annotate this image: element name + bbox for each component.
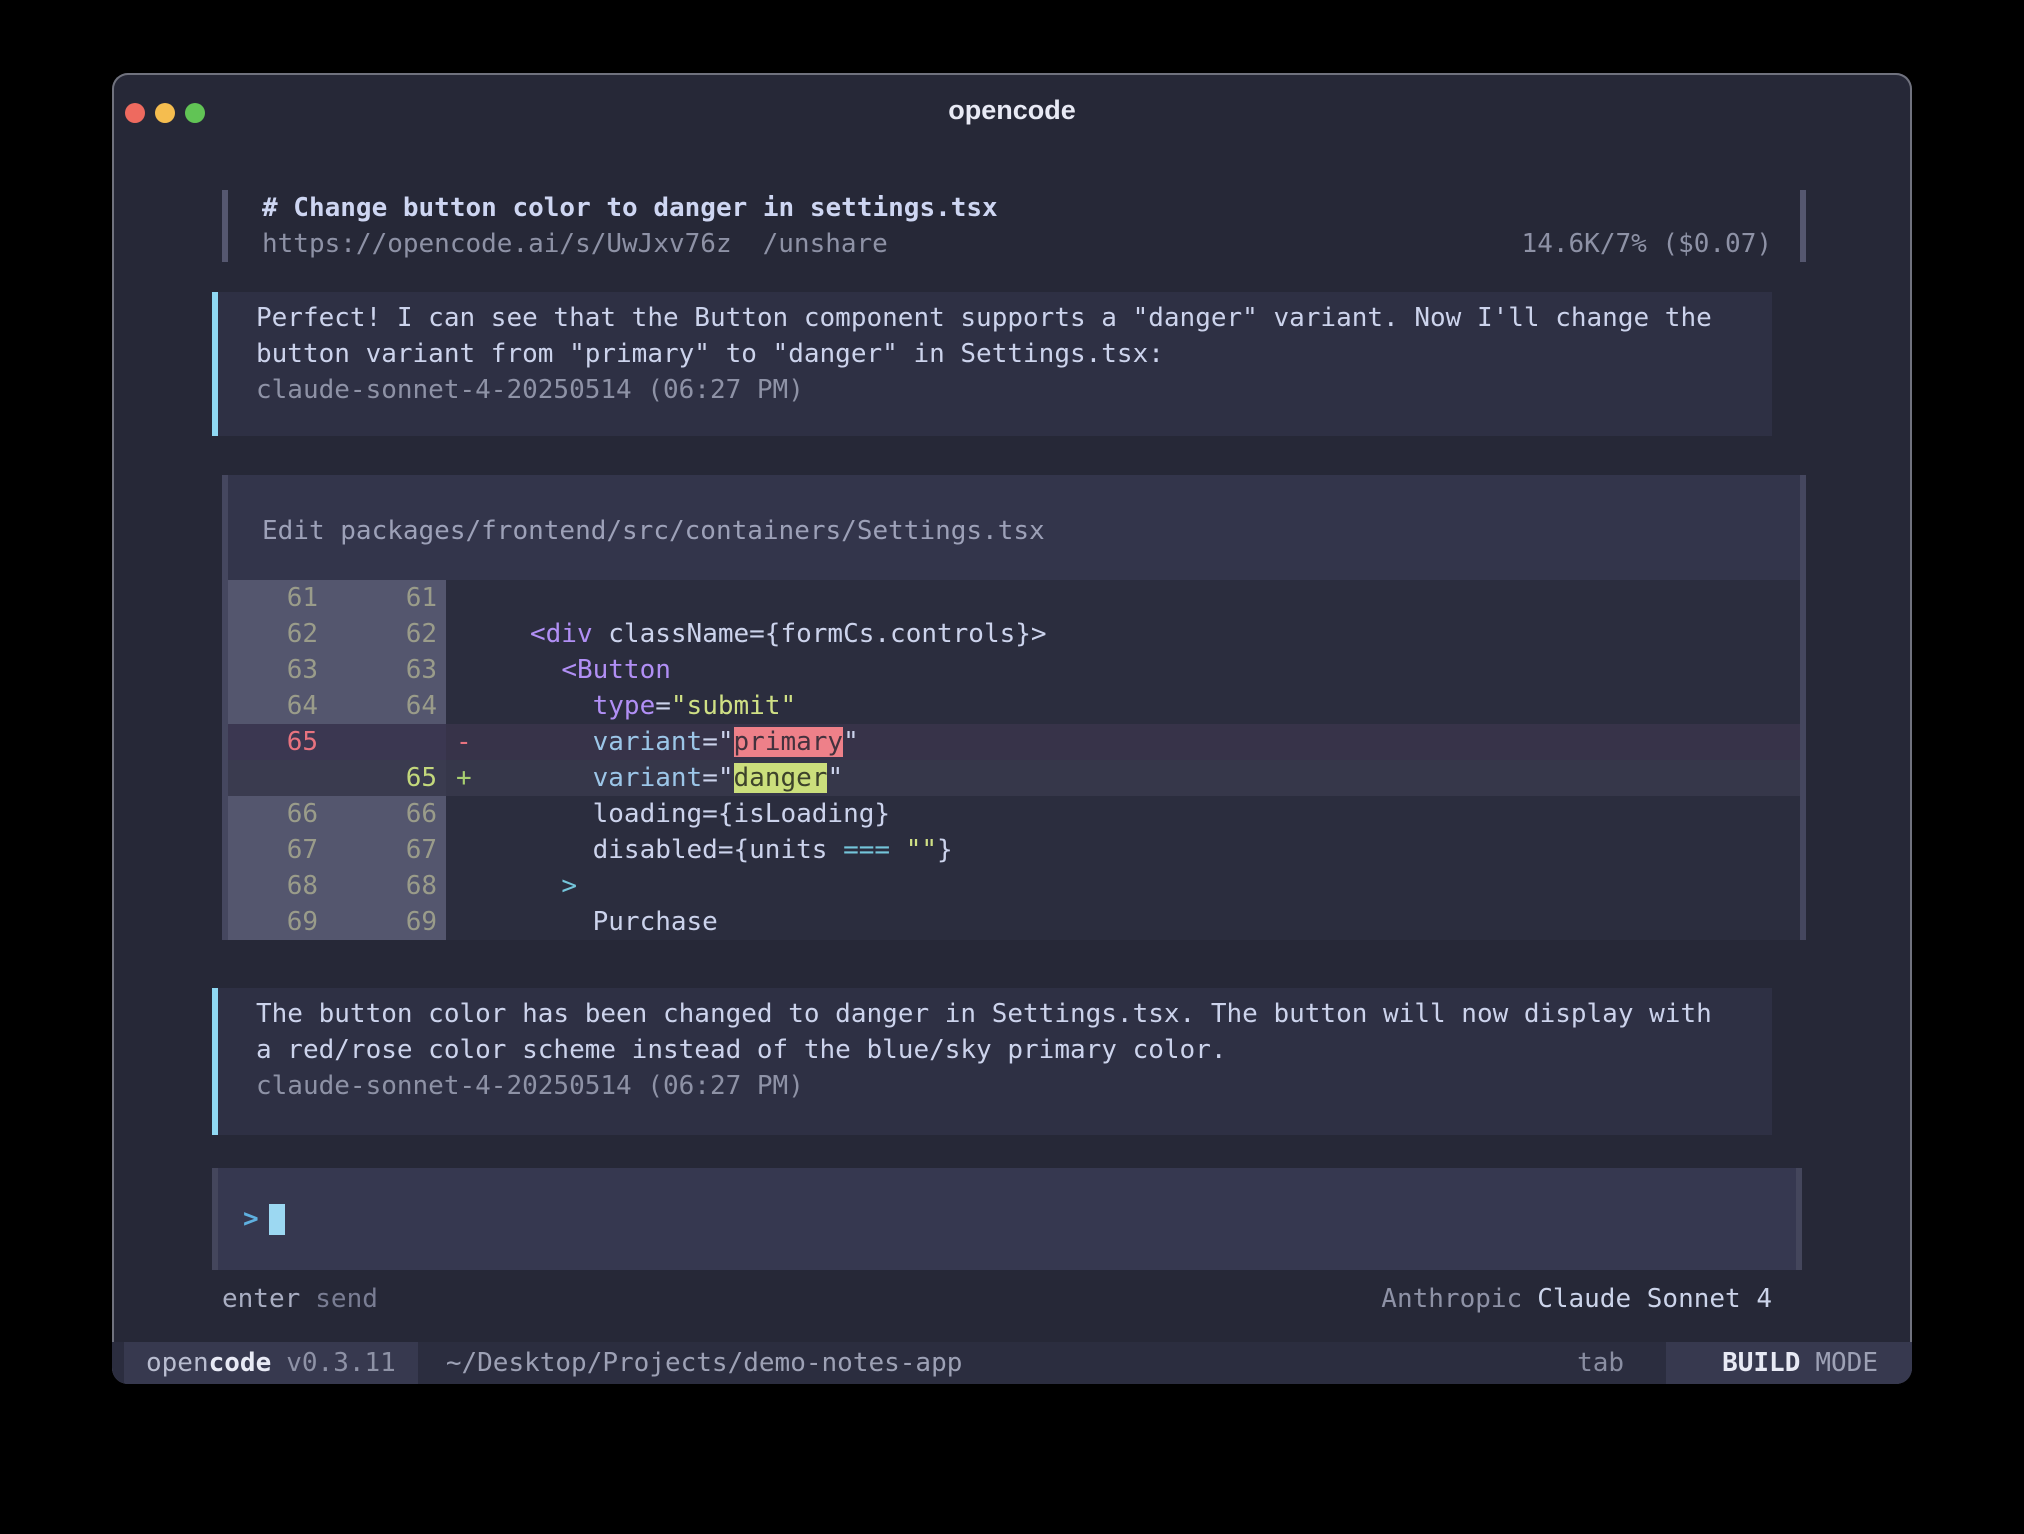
diff-marker bbox=[446, 616, 488, 652]
line-number-old: 63 bbox=[228, 652, 332, 688]
diff-row: 6161 bbox=[228, 580, 1800, 616]
diff-row: 6262 <div className={formCs.controls}> bbox=[228, 616, 1800, 652]
hint-row: enter send Anthropic Claude Sonnet 4 bbox=[222, 1281, 1772, 1317]
line-number-old: 64 bbox=[228, 688, 332, 724]
line-number-old: 67 bbox=[228, 832, 332, 868]
status-bar: opencode v0.3.11 ~/Desktop/Projects/demo-… bbox=[112, 1342, 1912, 1384]
line-number-new: 67 bbox=[332, 832, 446, 868]
app-version-segment: opencode v0.3.11 bbox=[124, 1342, 418, 1384]
code-line: variant="primary" bbox=[488, 724, 1800, 760]
message-text: a red/rose color scheme instead of the b… bbox=[256, 1032, 1752, 1068]
line-number-old: 65 bbox=[228, 724, 332, 760]
diff-marker bbox=[446, 688, 488, 724]
diff-row: 65 - variant="primary" bbox=[228, 724, 1800, 760]
diff-marker: - bbox=[446, 724, 488, 760]
code-line: Purchase bbox=[488, 904, 1800, 940]
message-text: button variant from "primary" to "danger… bbox=[256, 336, 1752, 372]
share-url[interactable]: https://opencode.ai/s/UwJxv76z bbox=[262, 229, 732, 259]
session-header: # Change button color to danger in setti… bbox=[222, 190, 1806, 262]
header-left-bar bbox=[222, 190, 228, 262]
line-number-old: 61 bbox=[228, 580, 332, 616]
code-line: <div className={formCs.controls}> bbox=[488, 616, 1800, 652]
code-line: > bbox=[488, 868, 1800, 904]
message-meta: claude-sonnet-4-20250514 (06:27 PM) bbox=[256, 1068, 1752, 1104]
input-right-bar bbox=[1796, 1168, 1802, 1270]
mode-suffix: MODE bbox=[1815, 1348, 1878, 1378]
code-line: <Button bbox=[488, 652, 1800, 688]
prompt-input[interactable]: > bbox=[212, 1168, 1802, 1270]
opencode-window: opencode # Change button color to danger… bbox=[112, 73, 1912, 1384]
message-meta: claude-sonnet-4-20250514 (06:27 PM) bbox=[256, 372, 1752, 408]
message-accent-bar bbox=[212, 988, 218, 1135]
diff-row: 6666 loading={isLoading} bbox=[228, 796, 1800, 832]
code-line: type="submit" bbox=[488, 688, 1800, 724]
code-line: disabled={units === ""} bbox=[488, 832, 1800, 868]
diff-row: 6868 > bbox=[228, 868, 1800, 904]
input-left-bar bbox=[212, 1168, 218, 1270]
send-label: send bbox=[315, 1284, 378, 1314]
app-name-bold: code bbox=[209, 1348, 272, 1378]
code-line bbox=[488, 580, 1800, 616]
line-number-old: 68 bbox=[228, 868, 332, 904]
diff-marker bbox=[446, 904, 488, 940]
line-number-new: 62 bbox=[332, 616, 446, 652]
line-number-old: 69 bbox=[228, 904, 332, 940]
diff-marker bbox=[446, 580, 488, 616]
edit-right-bar bbox=[1800, 475, 1806, 940]
diff-row: 65+ variant="danger" bbox=[228, 760, 1800, 796]
line-number-new: 63 bbox=[332, 652, 446, 688]
app-name-regular: open bbox=[146, 1348, 209, 1378]
line-number-old: 62 bbox=[228, 616, 332, 652]
edit-tool-title: Edit packages/frontend/src/containers/Se… bbox=[262, 513, 1045, 549]
enter-key-label: enter bbox=[222, 1284, 300, 1314]
edit-tool-block: Edit packages/frontend/src/containers/Se… bbox=[222, 475, 1806, 940]
provider-label: Anthropic bbox=[1381, 1284, 1522, 1314]
tab-hint[interactable]: tab bbox=[1577, 1342, 1624, 1384]
title-bar: opencode bbox=[112, 73, 1912, 149]
edit-tool-header: Edit packages/frontend/src/containers/Se… bbox=[228, 475, 1800, 580]
mode-name: BUILD bbox=[1722, 1348, 1800, 1378]
header-right-bar bbox=[1800, 190, 1806, 262]
diff-row: 6767 disabled={units === ""} bbox=[228, 832, 1800, 868]
message-text: The button color has been changed to dan… bbox=[256, 996, 1752, 1032]
diff-marker bbox=[446, 832, 488, 868]
line-number-new: 64 bbox=[332, 688, 446, 724]
line-number-old bbox=[228, 760, 332, 796]
diff-marker bbox=[446, 868, 488, 904]
mode-segment[interactable]: BUILD MODE bbox=[1666, 1342, 1912, 1384]
line-number-new: 66 bbox=[332, 796, 446, 832]
line-number-new: 65 bbox=[332, 760, 446, 796]
message-text: Perfect! I can see that the Button compo… bbox=[256, 300, 1752, 336]
session-title: # Change button color to danger in setti… bbox=[262, 190, 998, 226]
text-cursor bbox=[269, 1204, 285, 1235]
assistant-message: The button color has been changed to dan… bbox=[212, 988, 1772, 1135]
session-subline: https://opencode.ai/s/UwJxv76z/unshare bbox=[262, 226, 888, 262]
diff-marker bbox=[446, 652, 488, 688]
line-number-new bbox=[332, 724, 446, 760]
window-title: opencode bbox=[112, 95, 1912, 126]
line-number-new: 69 bbox=[332, 904, 446, 940]
line-number-new: 61 bbox=[332, 580, 446, 616]
diff-row: 6363 <Button bbox=[228, 652, 1800, 688]
app-version: v0.3.11 bbox=[286, 1348, 396, 1378]
message-accent-bar bbox=[212, 292, 218, 436]
unshare-command: /unshare bbox=[763, 229, 888, 259]
send-hint: enter send bbox=[222, 1281, 378, 1317]
line-number-old: 66 bbox=[228, 796, 332, 832]
diff-rows: 61616262 <div className={formCs.controls}… bbox=[228, 580, 1800, 940]
working-directory: ~/Desktop/Projects/demo-notes-app bbox=[446, 1342, 963, 1384]
diff-row: 6969 Purchase bbox=[228, 904, 1800, 940]
model-label: Claude Sonnet 4 bbox=[1537, 1284, 1772, 1314]
assistant-message: Perfect! I can see that the Button compo… bbox=[212, 292, 1772, 436]
diff-marker bbox=[446, 796, 488, 832]
diff-row: 6464 type="submit" bbox=[228, 688, 1800, 724]
prompt-symbol: > bbox=[243, 1204, 259, 1234]
context-stats: 14.6K/7% ($0.07) bbox=[1522, 226, 1772, 262]
line-number-new: 68 bbox=[332, 868, 446, 904]
model-indicator: Anthropic Claude Sonnet 4 bbox=[1381, 1281, 1772, 1317]
code-line: variant="danger" bbox=[488, 760, 1800, 796]
code-line: loading={isLoading} bbox=[488, 796, 1800, 832]
diff-marker: + bbox=[446, 760, 488, 796]
